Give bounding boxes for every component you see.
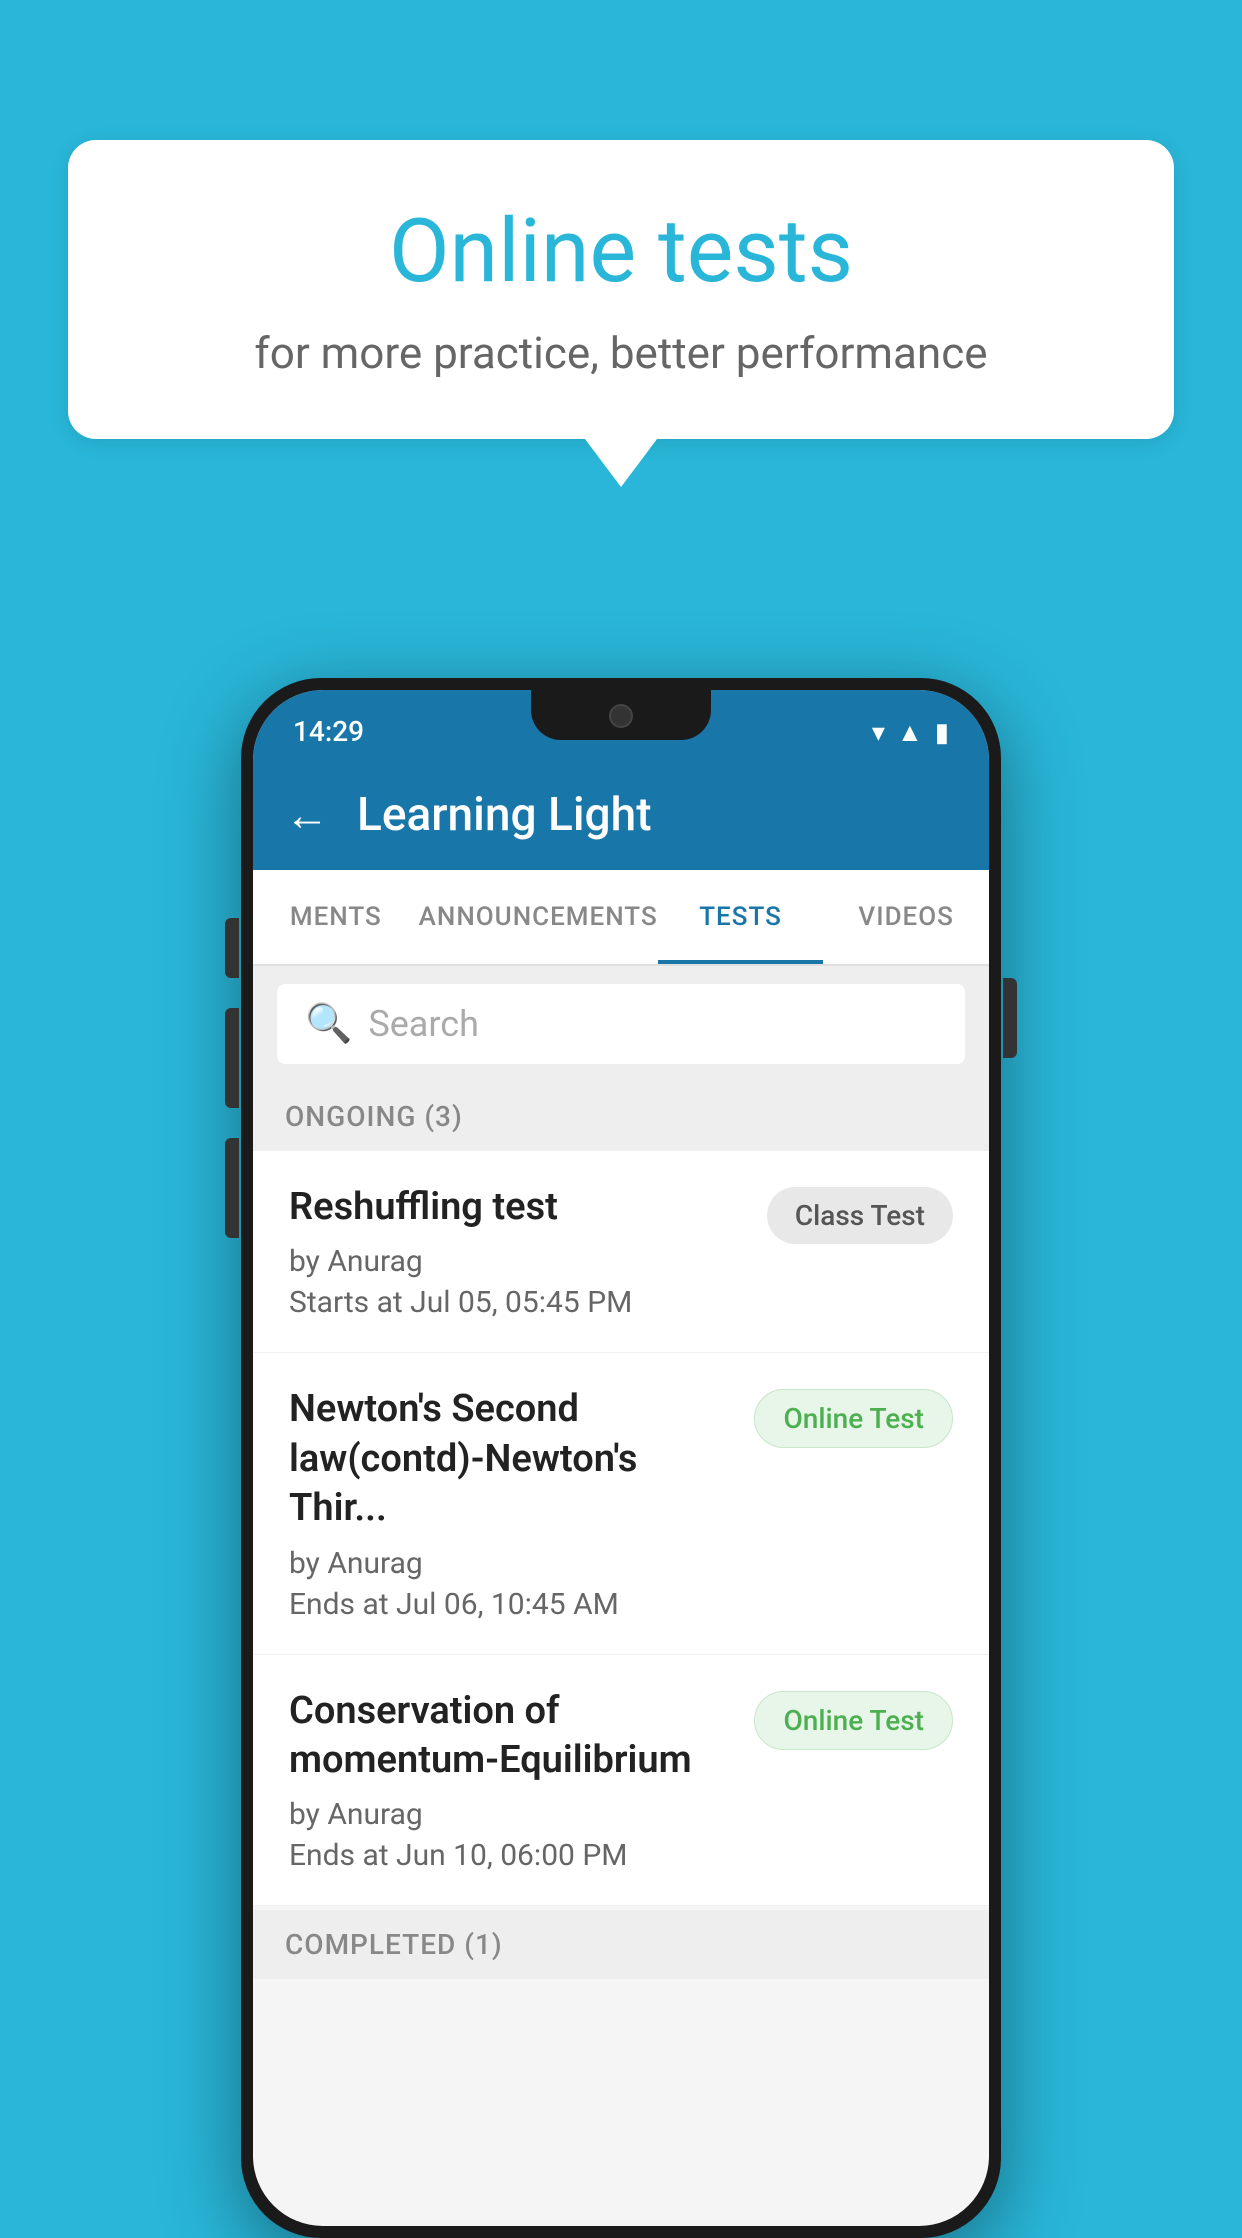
search-input-wrapper[interactable]: 🔍 Search (277, 984, 965, 1064)
test-item-3-content: Conservation of momentum-Equilibrium by … (289, 1687, 738, 1874)
app-bar: ← Learning Light (253, 760, 989, 870)
test-3-date: Ends at Jun 10, 06:00 PM (289, 1838, 738, 1873)
tab-announcements[interactable]: ANNOUNCEMENTS (419, 870, 658, 964)
test-item-1-content: Reshuffling test by Anurag Starts at Jul… (289, 1183, 751, 1320)
phone-power-button (1003, 978, 1017, 1058)
status-icons: ▾ ▲ ▮ (872, 717, 949, 748)
phone-screen: 14:29 ▾ ▲ ▮ ← Learning Light MENTS ANNOU… (253, 690, 989, 2226)
wifi-icon: ▾ (872, 718, 885, 748)
test-3-author: by Anurag (289, 1797, 738, 1832)
phone-silent-button (225, 918, 239, 978)
tabs-bar: MENTS ANNOUNCEMENTS TESTS VIDEOS (253, 870, 989, 966)
test-2-author: by Anurag (289, 1546, 738, 1581)
back-button[interactable]: ← (285, 789, 329, 841)
signal-icon: ▲ (897, 717, 923, 748)
speech-bubble-arrow (585, 439, 657, 487)
speech-bubble-section: Online tests for more practice, better p… (68, 140, 1174, 487)
tab-videos[interactable]: VIDEOS (823, 870, 989, 964)
speech-bubble-subtitle: for more practice, better performance (148, 327, 1094, 379)
status-time: 14:29 (293, 715, 364, 748)
tab-ments[interactable]: MENTS (253, 870, 419, 964)
phone-vol-down-button (225, 1138, 239, 1238)
completed-section-header: COMPLETED (1) (253, 1910, 989, 1979)
test-3-title: Conservation of momentum-Equilibrium (289, 1687, 738, 1786)
phone-notch (531, 690, 711, 740)
test-3-badge: Online Test (754, 1691, 953, 1750)
test-2-date: Ends at Jul 06, 10:45 AM (289, 1587, 738, 1622)
tab-tests[interactable]: TESTS (658, 870, 824, 964)
test-item-1[interactable]: Reshuffling test by Anurag Starts at Jul… (253, 1151, 989, 1353)
search-bar-container: 🔍 Search (253, 966, 989, 1082)
test-1-date: Starts at Jul 05, 05:45 PM (289, 1285, 751, 1320)
phone-frame: 14:29 ▾ ▲ ▮ ← Learning Light MENTS ANNOU… (241, 678, 1001, 2238)
test-1-title: Reshuffling test (289, 1183, 751, 1232)
app-bar-title: Learning Light (357, 788, 652, 842)
test-item-2-content: Newton's Second law(contd)-Newton's Thir… (289, 1385, 738, 1621)
search-placeholder: Search (368, 1003, 479, 1045)
phone-vol-up-button (225, 1008, 239, 1108)
test-2-badge: Online Test (754, 1389, 953, 1448)
speech-bubble-title: Online tests (148, 200, 1094, 303)
test-1-author: by Anurag (289, 1244, 751, 1279)
ongoing-section-header: ONGOING (3) (253, 1082, 989, 1151)
phone-camera (609, 704, 633, 728)
test-2-title: Newton's Second law(contd)-Newton's Thir… (289, 1385, 738, 1533)
search-icon: 🔍 (305, 1002, 352, 1046)
speech-bubble: Online tests for more practice, better p… (68, 140, 1174, 439)
test-1-badge: Class Test (767, 1187, 953, 1244)
test-item-2[interactable]: Newton's Second law(contd)-Newton's Thir… (253, 1353, 989, 1654)
battery-icon: ▮ (935, 718, 949, 748)
test-item-3[interactable]: Conservation of momentum-Equilibrium by … (253, 1655, 989, 1907)
test-list: Reshuffling test by Anurag Starts at Jul… (253, 1151, 989, 1906)
